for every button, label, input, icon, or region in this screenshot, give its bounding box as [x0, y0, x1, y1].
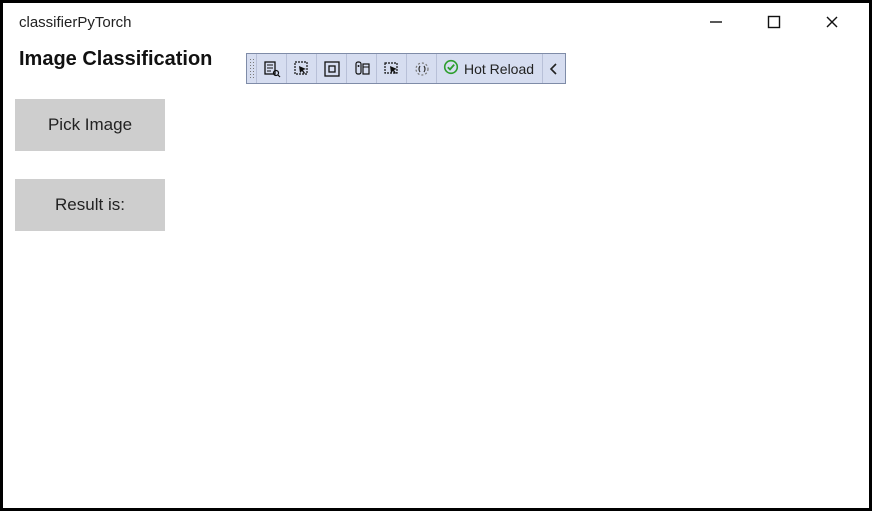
result-label: Result is: [15, 179, 165, 231]
minimize-button[interactable] [701, 12, 731, 32]
hot-reload-button[interactable]: Hot Reload [437, 54, 543, 83]
layout-adorners-icon[interactable] [317, 54, 347, 83]
go-to-live-visual-icon[interactable] [377, 54, 407, 83]
check-icon [443, 59, 459, 78]
hot-reload-label: Hot Reload [464, 61, 534, 77]
track-focused-icon[interactable] [347, 54, 377, 83]
toolbar-grip[interactable] [247, 54, 257, 83]
window-titlebar: classifierPyTorch [3, 3, 869, 39]
chevron-left-icon[interactable] [543, 54, 565, 83]
xaml-binding-icon[interactable] [407, 54, 437, 83]
select-element-icon[interactable] [287, 54, 317, 83]
debug-toolbar: Hot Reload [246, 53, 566, 84]
content-area: Pick Image Result is: [3, 79, 869, 251]
inspect-visual-tree-icon[interactable] [257, 54, 287, 83]
page-title: Image Classification [19, 48, 212, 71]
pick-image-button[interactable]: Pick Image [15, 99, 165, 151]
close-button[interactable] [817, 12, 847, 32]
window-title: classifierPyTorch [19, 14, 132, 31]
maximize-button[interactable] [759, 12, 789, 32]
window-controls [701, 12, 859, 32]
